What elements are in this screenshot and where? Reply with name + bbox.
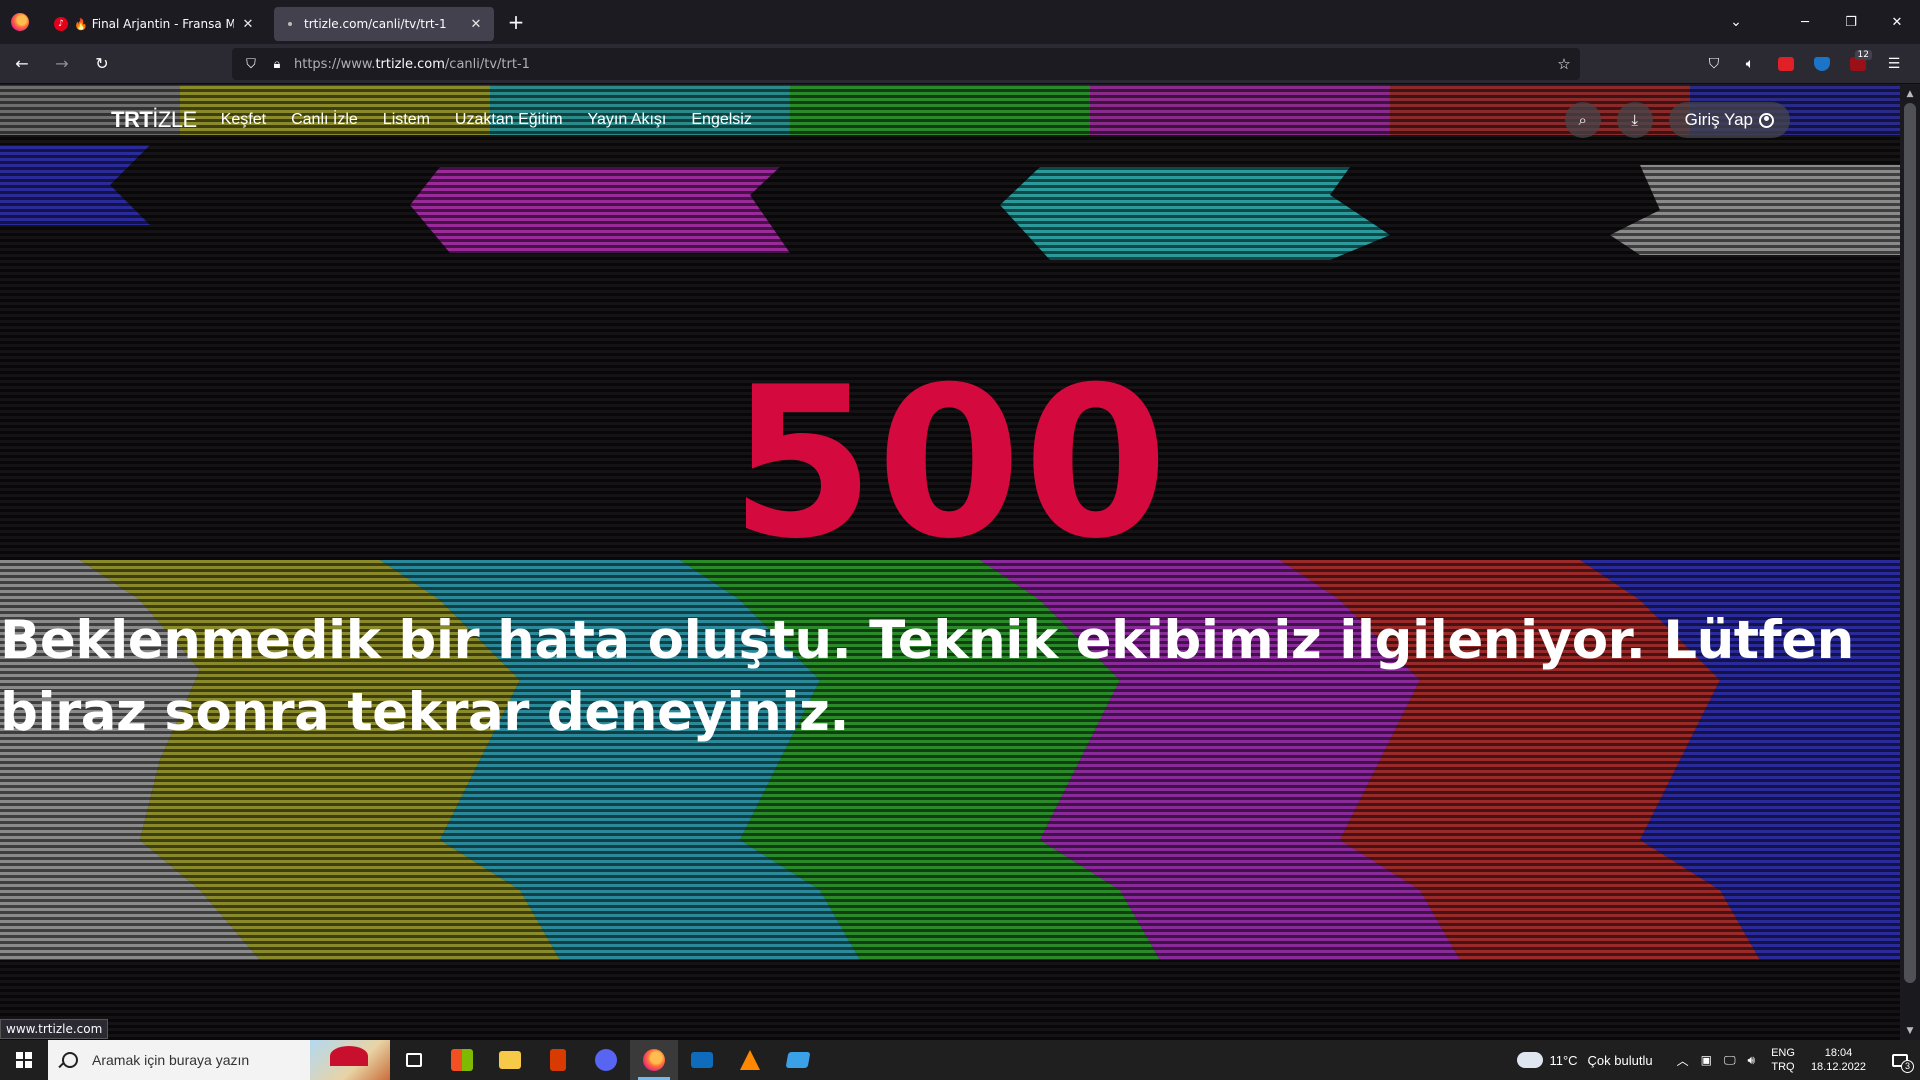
- hamburger-menu-icon[interactable]: ☰: [1876, 48, 1912, 80]
- scrollbar-thumb[interactable]: [1904, 103, 1916, 983]
- tab-close-icon[interactable]: ✕: [240, 17, 256, 32]
- extension-badge: 12: [1854, 50, 1872, 60]
- tiktok-favicon-icon: ♪: [54, 17, 68, 31]
- login-label: Giriş Yap: [1684, 110, 1753, 129]
- download-icon[interactable]: ⤓: [1616, 102, 1653, 138]
- tracking-shield-icon[interactable]: ⛉: [238, 57, 264, 72]
- site-header: TRTİZLE Keşfet Canlı İzle Listem Uzaktan…: [0, 85, 1900, 155]
- tab-trtizle[interactable]: trtizle.com/canli/tv/trt-1 ✕: [274, 7, 494, 41]
- nav-canli-izle[interactable]: Canlı İzle: [291, 111, 358, 129]
- system-tray: 11°C Çok bulutlu ︿ ▣ 🖵︎ 🔊︎ ENG TRQ 18:04…: [1514, 1040, 1920, 1080]
- fire-icon: 🔥: [74, 17, 88, 31]
- close-window-icon[interactable]: ✕: [1874, 0, 1920, 44]
- task-view-icon[interactable]: [390, 1040, 438, 1080]
- scroll-up-arrow-icon[interactable]: ▲: [1900, 85, 1920, 103]
- forward-arrow-icon[interactable]: →: [44, 48, 80, 80]
- error-message: Beklenmedik bir hata oluştu. Teknik ekib…: [0, 610, 1854, 743]
- tab-label: trtizle.com/canli/tv/trt-1: [304, 17, 447, 31]
- vlc-icon[interactable]: [726, 1040, 774, 1080]
- discord-icon[interactable]: [582, 1040, 630, 1080]
- toolbar-extensions: ⛉ 🔈︎ 12 ☰: [1696, 44, 1920, 84]
- windows-logo-icon: [16, 1052, 32, 1068]
- youtube-extension-icon[interactable]: [1768, 48, 1804, 80]
- loading-dot-icon: [288, 22, 292, 26]
- new-tab-button[interactable]: +: [498, 4, 534, 40]
- windows-taskbar: Aramak için buraya yazın 11°C Çok bulutl…: [0, 1040, 1920, 1080]
- clock[interactable]: 18:04 18.12.2022: [1811, 1046, 1866, 1074]
- nav-engelsiz[interactable]: Engelsiz: [691, 111, 751, 129]
- nav-uzaktan-egitim[interactable]: Uzaktan Eğitim: [455, 111, 563, 129]
- restore-icon[interactable]: ❐: [1828, 0, 1874, 44]
- search-icon[interactable]: ⌕: [1564, 102, 1601, 138]
- firefox-logo-icon: [11, 13, 29, 31]
- volume-icon[interactable]: 🔊︎: [1748, 1053, 1756, 1068]
- list-all-tabs-chevron-icon[interactable]: ⌄: [1716, 14, 1756, 30]
- notification-count: 3: [1901, 1060, 1914, 1073]
- trtizle-logo[interactable]: TRTİZLE: [111, 107, 197, 133]
- nav-listem[interactable]: Listem: [383, 111, 430, 129]
- browser-tab-strip: ♪ 🔥 Final Arjantin - Fransa Maç İ ✕ trti…: [0, 0, 1920, 44]
- nav-kesfet[interactable]: Keşfet: [221, 111, 266, 129]
- firefox-taskbar-icon[interactable]: [630, 1040, 678, 1080]
- network-icon[interactable]: 🖵︎: [1724, 1053, 1736, 1068]
- search-placeholder: Aramak için buraya yazın: [92, 1052, 250, 1068]
- weather-condition[interactable]: Çok bulutlu: [1588, 1053, 1653, 1068]
- back-arrow-icon[interactable]: ←: [4, 48, 40, 80]
- login-button[interactable]: Giriş Yap: [1668, 102, 1790, 138]
- tray-chevron-icon[interactable]: ︿: [1677, 1052, 1689, 1069]
- lock-icon[interactable]: 🔒︎: [264, 57, 290, 72]
- bookmark-star-icon[interactable]: ☆: [1548, 55, 1580, 73]
- minimize-icon[interactable]: ─: [1782, 0, 1828, 44]
- scroll-down-arrow-icon[interactable]: ▼: [1900, 1022, 1920, 1040]
- office-icon[interactable]: [534, 1040, 582, 1080]
- url-bar[interactable]: ⛉ 🔒︎ https://www.trtizle.com/canli/tv/tr…: [232, 48, 1580, 80]
- mail-icon[interactable]: [678, 1040, 726, 1080]
- microsoft-store-icon[interactable]: [438, 1040, 486, 1080]
- speaker-icon[interactable]: 🔈︎: [1732, 48, 1768, 80]
- tab-close-icon[interactable]: ✕: [468, 17, 484, 32]
- start-button[interactable]: [0, 1040, 48, 1080]
- screen: ♪ 🔥 Final Arjantin - Fransa Maç İ ✕ trti…: [0, 0, 1920, 1080]
- tab-label: Final Arjantin - Fransa Maç İ: [91, 17, 234, 31]
- meet-now-icon[interactable]: ▣: [1701, 1053, 1712, 1067]
- taskbar-search[interactable]: Aramak için buraya yazın: [48, 1040, 390, 1080]
- app-icon[interactable]: [774, 1040, 822, 1080]
- url-text[interactable]: https://www.trtizle.com/canli/tv/trt-1: [294, 57, 1548, 72]
- error-code: 500: [729, 343, 1171, 585]
- nav-yayin-akisi[interactable]: Yayın Akışı: [588, 111, 667, 129]
- notification-center-icon[interactable]: 3: [1880, 1040, 1920, 1080]
- shield-extension-icon[interactable]: [1804, 48, 1840, 80]
- pocket-icon[interactable]: ⛉: [1696, 48, 1732, 80]
- file-explorer-icon[interactable]: [486, 1040, 534, 1080]
- status-link-preview: www.trtizle.com: [0, 1019, 109, 1039]
- weather-temp[interactable]: 11°C: [1549, 1053, 1577, 1068]
- reload-icon[interactable]: ↻: [84, 48, 120, 80]
- ublock-extension-icon[interactable]: 12: [1840, 48, 1876, 80]
- browser-nav-bar: ← → ↻ ⛉ 🔒︎ https://www.trtizle.com/canli…: [0, 44, 1920, 84]
- page-scrollbar[interactable]: ▲ ▼: [1900, 85, 1920, 1040]
- web-page: TRTİZLE Keşfet Canlı İzle Listem Uzaktan…: [0, 85, 1900, 1040]
- site-nav: Keşfet Canlı İzle Listem Uzaktan Eğitim …: [221, 111, 777, 129]
- weather-cloud-icon[interactable]: [1514, 1046, 1544, 1068]
- header-actions: ⌕ ⤓ Giriş Yap: [1549, 102, 1790, 138]
- firefox-view-button[interactable]: [0, 0, 40, 44]
- search-magnifier-icon: [62, 1052, 78, 1068]
- search-highlight-art: [310, 1040, 390, 1080]
- user-circle-icon: [1759, 112, 1774, 128]
- input-language[interactable]: ENG TRQ: [1771, 1046, 1795, 1074]
- tab-final-arjantin[interactable]: ♪ 🔥 Final Arjantin - Fransa Maç İ ✕: [44, 7, 266, 41]
